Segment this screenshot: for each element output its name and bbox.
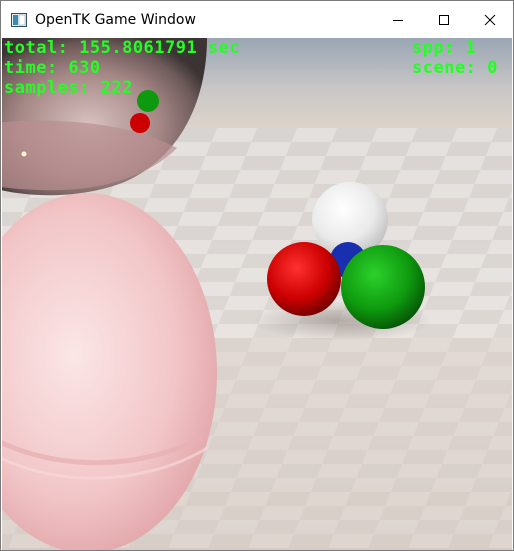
app-window-icon [11,12,27,28]
maximize-icon [439,14,449,25]
hud-stats-left: total: 155.8061791 sec time: 630 samples: … [4,38,240,98]
green-ball [341,245,425,329]
hud-stats-right: spp: 1 scene: 0 [412,38,498,78]
close-button[interactable] [467,1,513,38]
render-viewport[interactable]: total: 155.8061791 sec time: 630 samples: … [2,38,512,550]
close-icon [484,14,496,25]
hud-samples: samples: 222 [4,78,133,98]
hud-time: time: 630 [4,58,101,78]
title-bar[interactable]: OpenTK Game Window [1,1,513,38]
rendered-scene [2,38,512,550]
maximize-button[interactable] [421,1,467,38]
window-title: OpenTK Game Window [35,11,196,28]
hud-spp: spp: 1 [412,38,477,58]
hud-scene: scene: 0 [412,58,498,78]
red-ball [267,242,341,316]
hud-total: total: 155.8061791 sec [4,38,241,58]
minimize-button[interactable] [375,1,421,38]
app-window: OpenTK Game Window total: 155.8061791 se… [0,0,514,551]
window-controls [375,1,513,38]
minimize-icon [393,19,403,21]
